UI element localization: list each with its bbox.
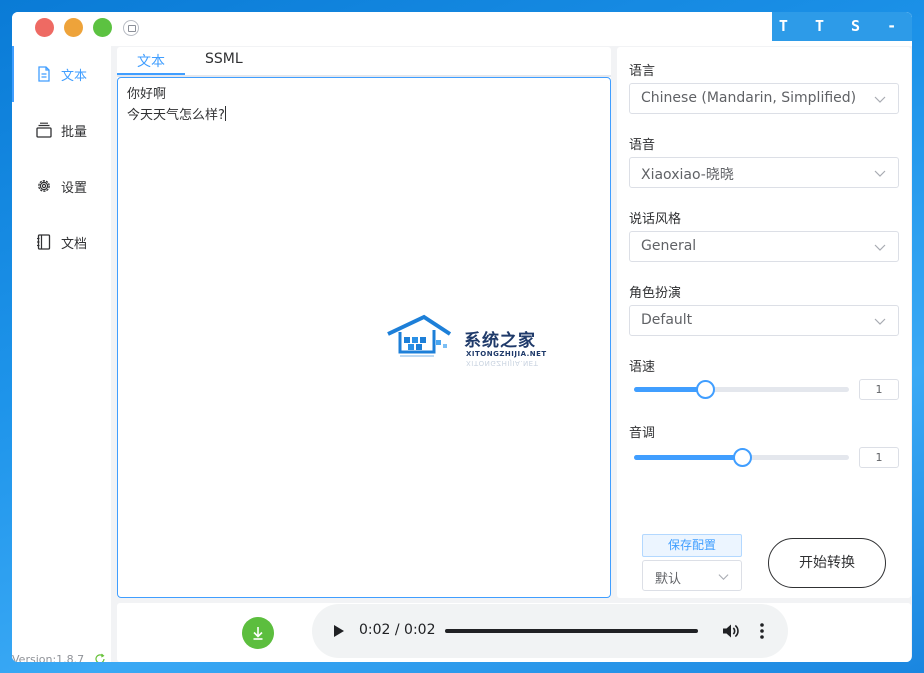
refresh-icon[interactable] — [94, 653, 106, 662]
chevron-down-icon — [874, 244, 886, 251]
sidebar-item-settings[interactable]: 设置 — [12, 158, 111, 214]
sidebar-item-label: 文本 — [61, 69, 88, 84]
minimize-window-button[interactable] — [64, 18, 83, 37]
style-label: 说话风格 — [629, 212, 682, 227]
tab-text[interactable]: 文本 — [117, 51, 185, 75]
chevron-down-icon — [718, 574, 729, 581]
language-label: 语言 — [629, 64, 656, 79]
language-select[interactable]: Chinese (Mandarin, Simplified) — [629, 83, 899, 114]
chevron-down-icon — [874, 318, 886, 325]
watermark-reflection: XITONGZHIJIA.NET — [466, 359, 539, 367]
pin-window-icon[interactable] — [123, 20, 139, 36]
house-logo-icon — [387, 314, 452, 357]
slider-thumb[interactable] — [732, 448, 752, 467]
more-options-icon[interactable] — [755, 622, 769, 640]
pitch-label: 音调 — [629, 426, 656, 441]
close-window-button[interactable] — [35, 18, 54, 37]
style-value: General — [641, 238, 697, 254]
sidebar-item-batch[interactable]: 批量 — [12, 102, 111, 158]
chevron-down-icon — [874, 96, 886, 103]
pitch-input[interactable]: 1 — [859, 447, 899, 468]
watermark: 系统之家 XITONGZHIJIA.NET XITONGZHIJIA.NET — [386, 314, 556, 368]
rate-label: 语速 — [629, 360, 656, 375]
app-window: T T S - V U E 文本 批量 — [12, 12, 912, 662]
sidebar-item-text[interactable]: 文本 — [12, 46, 111, 102]
text-line: 你好啊 — [127, 87, 167, 102]
version-label: Version:1.8.7 — [12, 653, 85, 662]
download-button[interactable] — [242, 617, 274, 649]
style-select[interactable]: General — [629, 231, 899, 262]
rate-slider[interactable] — [634, 379, 849, 399]
language-value: Chinese (Mandarin, Simplified) — [641, 90, 857, 106]
watermark-title: 系统之家 — [464, 331, 536, 351]
gear-icon — [38, 180, 50, 192]
start-convert-button[interactable]: 开始转换 — [768, 538, 886, 588]
player-bar: 0:02 / 0:02 — [117, 603, 911, 662]
text-line-content: 今天天气怎么样? — [127, 108, 225, 123]
voice-select[interactable]: Xiaoxiao-晓晓 — [629, 157, 899, 188]
text-caret — [224, 106, 226, 121]
role-label: 角色扮演 — [629, 286, 682, 301]
audio-player: 0:02 / 0:02 — [312, 604, 788, 658]
slider-fill — [634, 387, 705, 392]
sidebar-item-docs[interactable]: 文档 — [12, 214, 111, 270]
download-icon — [253, 627, 263, 640]
title-bar: T T S - V U E — [12, 12, 912, 64]
text-line: 今天天气怎么样? — [127, 105, 601, 126]
chevron-down-icon — [874, 170, 886, 177]
sidebar: 文本 批量 设置 文档 Version:1.8.7 — [12, 46, 111, 662]
volume-icon[interactable] — [721, 622, 739, 640]
pitch-slider[interactable] — [634, 447, 849, 467]
role-value: Default — [641, 312, 693, 328]
layers-icon — [36, 122, 52, 138]
playback-progress[interactable] — [445, 629, 698, 633]
sidebar-item-label: 设置 — [61, 181, 88, 196]
sidebar-item-label: 批量 — [61, 125, 88, 140]
preset-value: 默认 — [655, 572, 682, 587]
document-icon — [38, 66, 50, 82]
role-select[interactable]: Default — [629, 305, 899, 336]
app-brand: T T S - V U E — [772, 12, 912, 64]
play-icon[interactable] — [333, 624, 345, 638]
sidebar-item-label: 文档 — [61, 237, 88, 252]
rate-input[interactable]: 1 — [859, 379, 899, 400]
save-config-button[interactable]: 保存配置 — [642, 534, 742, 557]
slider-fill — [634, 455, 742, 460]
voice-label: 语音 — [629, 138, 656, 153]
preset-select[interactable]: 默认 — [642, 560, 742, 591]
playback-time: 0:02 / 0:02 — [359, 622, 436, 638]
settings-panel: 语言 Chinese (Mandarin, Simplified) 语音 Xia… — [617, 47, 911, 598]
notebook-icon — [37, 234, 51, 250]
maximize-window-button[interactable] — [93, 18, 112, 37]
slider-thumb[interactable] — [695, 380, 715, 399]
tab-ssml[interactable]: SSML — [205, 51, 243, 75]
voice-value: Xiaoxiao-晓晓 — [641, 167, 734, 183]
watermark-subtitle: XITONGZHIJIA.NET — [466, 350, 547, 358]
